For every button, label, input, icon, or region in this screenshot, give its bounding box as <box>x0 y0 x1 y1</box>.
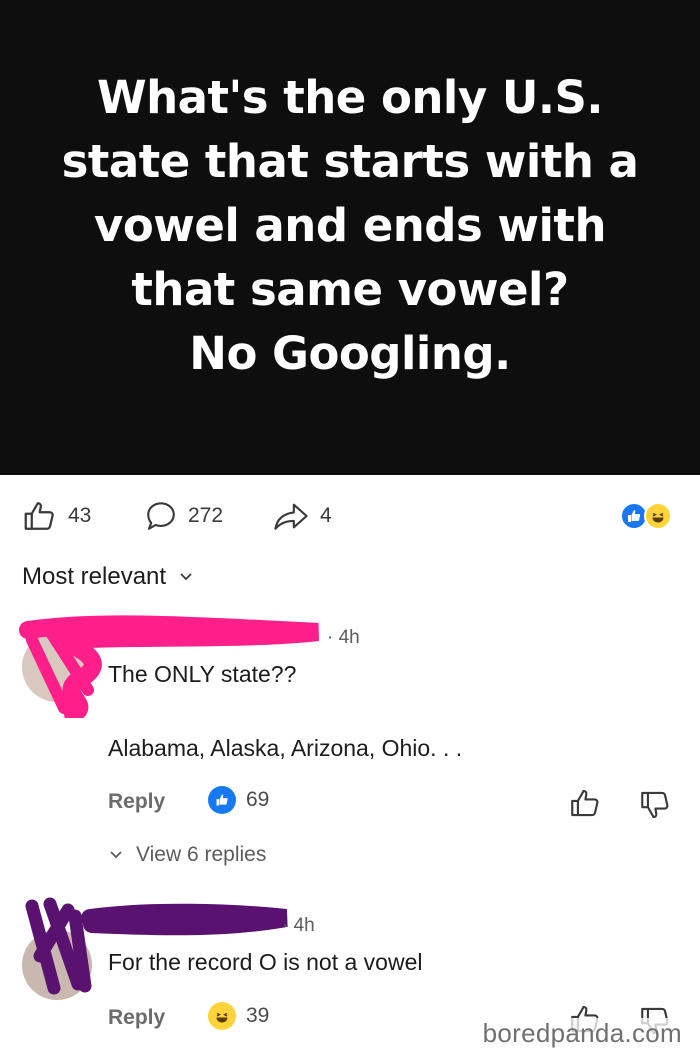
reaction-count-value: 39 <box>246 1004 270 1027</box>
comment-text-line-2: Alabama, Alaska, Arizona, Ohio. . . <box>108 735 463 761</box>
laughing-face-reaction-icon <box>208 1002 236 1030</box>
reply-button[interactable]: Reply <box>108 790 165 814</box>
downvote-icon[interactable] <box>638 788 672 822</box>
post-image-text: What's the only U.S. state that starts w… <box>61 70 639 380</box>
view-replies-label: View 6 replies <box>136 843 267 866</box>
share-count: 4 <box>320 504 332 527</box>
watermark: boredpanda.com <box>482 1018 682 1049</box>
post-action-bar: 43 272 4 <box>0 496 700 536</box>
comment-reaction-count[interactable]: 39 <box>208 1002 269 1030</box>
comment-text-line-1: The ONLY state?? <box>108 661 297 687</box>
upvote-icon[interactable] <box>568 786 602 820</box>
post-image: What's the only U.S. state that starts w… <box>0 0 700 475</box>
blue-thumb-reaction-icon <box>208 786 236 814</box>
comment-button[interactable]: 272 <box>144 496 223 536</box>
chevron-down-icon <box>180 573 192 581</box>
sort-label: Most relevant <box>22 563 167 590</box>
reaction-summary[interactable] <box>620 500 680 532</box>
comment-count: 272 <box>188 504 224 527</box>
comment-timestamp: · 4h <box>327 627 360 648</box>
view-replies-button[interactable]: View 6 replies <box>108 843 266 867</box>
like-count: 43 <box>68 504 92 527</box>
share-arrow-icon <box>274 503 308 530</box>
comment-sort-dropdown[interactable]: Most relevant <box>22 563 194 591</box>
thumbs-up-icon <box>24 502 54 530</box>
speech-bubble-icon <box>147 502 175 530</box>
comment-reaction-count[interactable]: 69 <box>208 786 269 814</box>
chevron-down-icon <box>110 851 122 859</box>
like-button[interactable]: 43 <box>22 496 91 536</box>
reaction-count-value: 69 <box>246 788 270 811</box>
laughing-face-reaction-icon <box>644 502 672 530</box>
reply-button[interactable]: Reply <box>108 1006 165 1030</box>
comment-timestamp: · 4h <box>282 915 315 936</box>
comment-text: For the record O is not a vowel <box>108 949 423 975</box>
share-button[interactable]: 4 <box>272 496 332 536</box>
